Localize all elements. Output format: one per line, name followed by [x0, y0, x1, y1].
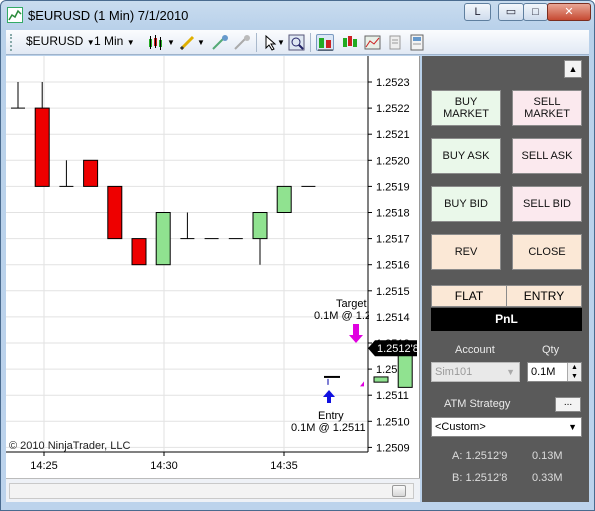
- x-tick-label: 14:35: [270, 460, 298, 472]
- collapse-panel-button[interactable]: ▲: [564, 60, 582, 78]
- chart-canvas[interactable]: 1.2523 1.2522 1.2521 1.2520 1.2519 1.2518 1.25…: [6, 56, 420, 478]
- atm-strategy-select[interactable]: <Custom> ▼: [431, 417, 582, 437]
- candle-body: [107, 185, 123, 240]
- qty-label: Qty: [542, 344, 560, 356]
- window-title: $EURUSD (1 Min) 7/1/2010: [28, 8, 189, 23]
- buy-market-button[interactable]: BUY MARKET: [431, 90, 501, 126]
- y-tick-label: 1.2516: [376, 260, 410, 272]
- ask-price: A: 1.2512'9: [452, 450, 508, 462]
- y-tick-label: 1.2518: [376, 208, 410, 220]
- sell-bid-button[interactable]: SELL BID: [512, 186, 582, 222]
- quantity-stepper[interactable]: 0.1M ▲ ▼: [527, 362, 582, 382]
- candle-body: [131, 238, 147, 266]
- chart-scroll-area: [6, 478, 420, 502]
- entry-label: ENTRY: [523, 289, 565, 303]
- drawing-tools-icon[interactable]: [233, 34, 251, 51]
- chevron-down-icon[interactable]: ▼: [197, 38, 205, 47]
- y-tick-label: 1.2522: [376, 103, 410, 115]
- y-tick-label: 1.2520: [376, 155, 410, 167]
- candle-body: [83, 159, 99, 187]
- sell-market-button[interactable]: SELL MARKET: [512, 90, 582, 126]
- buy-bid-button[interactable]: BUY BID: [431, 186, 501, 222]
- y-tick-label: 1.2511: [376, 390, 409, 402]
- y-tick-label: 1.2509: [376, 442, 410, 454]
- y-tick-label: 1.2523: [376, 77, 410, 89]
- x-tick-label: 14:25: [30, 460, 58, 472]
- spin-arrows-icon[interactable]: ▲ ▼: [567, 363, 581, 381]
- target-label: Target: [336, 298, 367, 310]
- atm-more-button[interactable]: ...: [555, 397, 581, 412]
- y-tick-label: 1.2519: [376, 181, 410, 193]
- close-position-button[interactable]: CLOSE: [512, 234, 582, 270]
- toolbar-separator: [310, 33, 311, 52]
- candle-body: [252, 212, 268, 240]
- horizontal-scrollbar[interactable]: [9, 483, 414, 499]
- interval-label: 1 Min: [94, 34, 124, 48]
- atm-strategy-value: <Custom>: [435, 421, 486, 433]
- buy-ask-button[interactable]: BUY ASK: [431, 138, 501, 174]
- data-series-icon[interactable]: [341, 34, 359, 51]
- chevron-down-icon: ▼: [568, 422, 577, 432]
- toolbar-grip[interactable]: [10, 34, 13, 51]
- last-price-label: 1.2512'8: [377, 343, 419, 355]
- chevron-down-icon: ▼: [126, 38, 135, 47]
- chevron-down-icon: ▼: [506, 367, 515, 377]
- ask-size: 0.13M: [532, 450, 563, 462]
- qty-value: 0.1M: [531, 366, 556, 378]
- instrument-label: $EURUSD: [26, 34, 84, 48]
- chart-trader-icon[interactable]: [316, 34, 334, 51]
- x-tick-label: 14:30: [150, 460, 178, 472]
- candle-body: [397, 352, 413, 388]
- chevron-down-icon[interactable]: ▼: [167, 38, 175, 47]
- reverse-button[interactable]: REV: [431, 234, 501, 270]
- y-tick-label: 1.2510: [376, 416, 410, 428]
- atm-strategy-label: ATM Strategy: [444, 398, 511, 410]
- candle-body: [373, 376, 389, 383]
- entry-arrow-icon: [323, 390, 335, 403]
- toolbar-separator: [256, 33, 257, 52]
- minimize-button[interactable]: ▭: [498, 3, 524, 21]
- flat-label: FLAT: [432, 286, 507, 306]
- zoom-icon[interactable]: [288, 34, 306, 51]
- chart-window: $EURUSD (1 Min) 7/1/2010 L ▭ □ ✕ $EURUSD…: [0, 0, 595, 511]
- price-chart[interactable]: 1.2523 1.2522 1.2521 1.2520 1.2519 1.2518 1.25…: [6, 56, 420, 478]
- candle-body: [276, 185, 292, 213]
- instrument-selector[interactable]: $EURUSD ▼: [26, 34, 95, 48]
- indicators-icon[interactable]: [364, 34, 382, 51]
- pnl-display: PnL: [431, 308, 582, 331]
- chevron-down-icon[interactable]: ▼: [277, 38, 285, 47]
- candle-body: [34, 107, 50, 187]
- drawing-pencil-icon[interactable]: [178, 34, 196, 51]
- target-detail: 0.1M @ 1.2: [314, 310, 371, 322]
- y-tick-label: 1.2514: [376, 312, 410, 324]
- interval-selector[interactable]: 1 Min ▼: [94, 34, 135, 48]
- properties-icon[interactable]: [386, 34, 404, 51]
- account-value: Sim101: [435, 366, 473, 378]
- entry-label: Entry: [318, 410, 344, 422]
- entry-detail: 0.1M @ 1.2511: [291, 422, 366, 434]
- drawing-tools-icon[interactable]: [211, 34, 229, 51]
- account-select[interactable]: Sim101 ▼: [431, 362, 520, 382]
- candle-body: [155, 212, 171, 266]
- account-label: Account: [455, 344, 495, 356]
- bid-price: B: 1.2512'8: [452, 472, 508, 484]
- target-arrow-icon: [349, 324, 363, 343]
- chart-trader-panel: ▲ BUY MARKET SELL MARKET BUY ASK SELL AS…: [422, 56, 589, 502]
- sell-ask-button[interactable]: SELL ASK: [512, 138, 582, 174]
- close-button[interactable]: ✕: [547, 3, 591, 21]
- bid-size: 0.33M: [532, 472, 563, 484]
- chart-app-icon: [7, 7, 23, 23]
- bar-type-icon[interactable]: [147, 34, 165, 51]
- maximize-button[interactable]: □: [523, 3, 548, 21]
- y-tick-label: 1.2517: [376, 234, 410, 246]
- layout-icon[interactable]: [408, 34, 426, 51]
- copyright-text: © 2010 NinjaTrader, LLC: [9, 440, 131, 452]
- chart-toolbar: $EURUSD ▼ 1 Min ▼ ▼ ▼ ▼: [6, 30, 589, 55]
- title-bar[interactable]: $EURUSD (1 Min) 7/1/2010 L ▭ □ ✕: [1, 1, 594, 29]
- scrollbar-thumb[interactable]: [392, 485, 406, 497]
- y-tick-label: 1.2521: [376, 129, 410, 141]
- target-marker-icon: [360, 381, 364, 387]
- link-button[interactable]: L: [464, 3, 491, 21]
- position-header: FLAT ENTRY: [431, 285, 582, 307]
